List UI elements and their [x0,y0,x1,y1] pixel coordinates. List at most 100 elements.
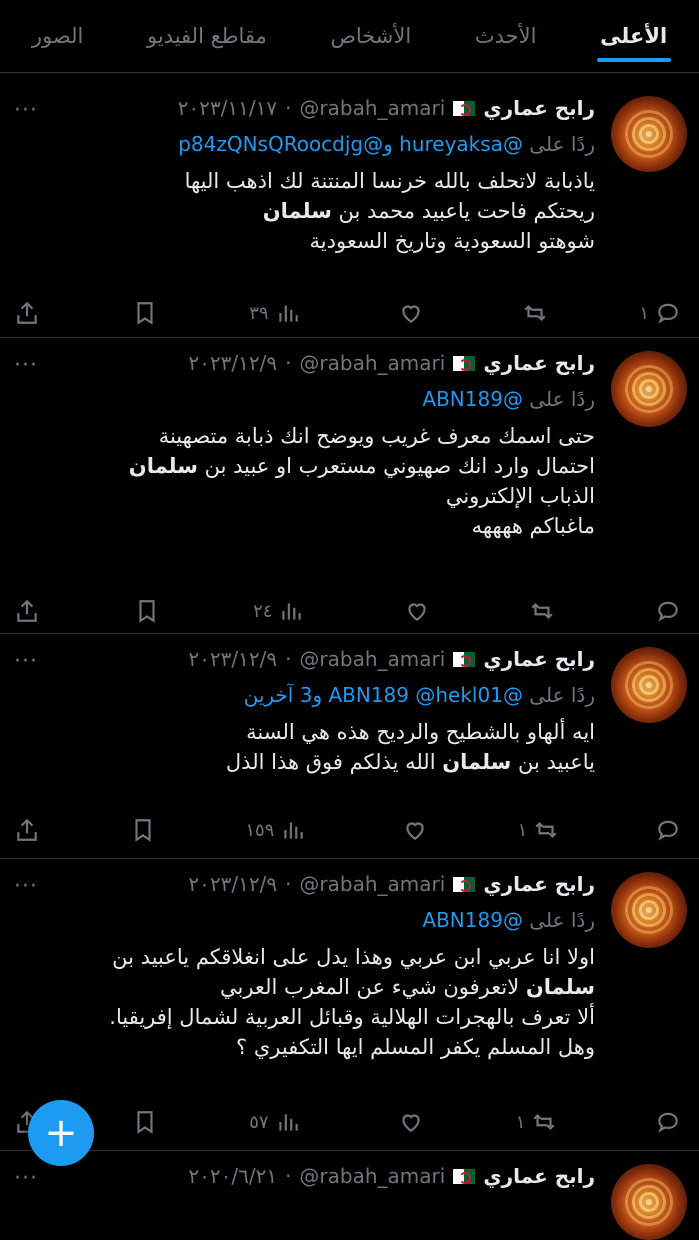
tweet-header: رابح عماري @rabah_amari · ٢٠٢٠/٦/٢١ [14,1164,595,1188]
author-name[interactable]: رابح عماري [483,96,595,120]
tweet-date[interactable]: ٢٠٢٣/١٢/٩ [188,647,277,671]
more-options-icon[interactable]: ··· [14,649,38,674]
retweet-button[interactable]: ١ [518,817,560,843]
tab-2[interactable]: الأشخاص [326,0,415,72]
like-button[interactable] [396,817,428,843]
separator-dot: · [285,96,292,120]
author-name[interactable]: رابح عماري [483,351,595,375]
tweet-actions: ١ ١٥٩ [14,817,681,843]
tweet-text-line: ياعبيد بن سلمان الله يذلكم فوق هذا الذل [225,750,595,774]
bookmark-icon [130,817,156,843]
tweet-body: رابح عماري @rabah_amari · ٢٠٢٠/٦/٢١ ··· [14,1164,595,1191]
views-count: ٢٤ [253,600,273,622]
bookmark-button[interactable] [130,817,156,843]
tweet-text: ياذبابة لاتحلف بالله خرنسا المنتنة لك اذ… [14,166,595,256]
views-button[interactable]: ١٥٩ [245,817,306,843]
like-icon [402,817,428,843]
author-handle[interactable]: @rabah_amari [299,1164,445,1188]
share-button[interactable] [14,300,40,326]
views-icon [278,598,304,624]
tweet-body: رابح عماري @rabah_amari · ٢٠٢٣/١٢/٩ ··· ردًا … [14,872,678,1134]
tweet-date[interactable]: ٢٠٢٠/٦/٢١ [188,1164,277,1188]
tweet-actions: ١ ٣٩ [14,300,681,326]
avatar[interactable] [611,1164,687,1240]
tweet-text: اولا انا عربي ابن عربي وهذا يدل على انغل… [14,942,595,1062]
author-handle[interactable]: @rabah_amari [299,96,445,120]
retweet-button[interactable]: ١ [516,1109,558,1135]
author-handle[interactable]: @rabah_amari [299,351,445,375]
tweet-text: حتى اسمك معرف غريب ويوضح انك ذبابة متصهي… [14,421,595,541]
tweet-text-line: اولا انا عربي ابن عربي وهذا يدل على انغل… [112,945,595,969]
author-name[interactable]: رابح عماري [483,872,595,896]
replying-to-users[interactable]: @ABN189 [422,908,523,932]
author-name[interactable]: رابح عماري [483,1164,595,1188]
author-name[interactable]: رابح عماري [483,647,595,671]
views-button[interactable]: ٥٧ [249,1109,300,1135]
tweet[interactable]: رابح عماري @rabah_amari · ٢٠٢٣/١١/١٧ ··· ردًا… [0,82,699,338]
author-handle[interactable]: @rabah_amari [299,647,445,671]
author-handle[interactable]: @rabah_amari [299,872,445,896]
tweet[interactable]: رابح عماري @rabah_amari · ٢٠٢٣/١٢/٩ ··· ردًا … [0,633,699,859]
more-options-icon[interactable]: ··· [14,874,38,899]
retweet-count: ١ [517,819,528,841]
tab-4[interactable]: الصور [28,0,87,72]
tab-3[interactable]: مقاطع الفيديو [143,0,271,72]
tweet-date[interactable]: ٢٠٢٣/١١/١٧ [178,96,277,120]
reply-button[interactable] [649,598,681,624]
views-button[interactable]: ٣٩ [249,300,300,326]
plus-icon: + [44,1110,78,1156]
retweet-icon [533,817,559,843]
like-button[interactable] [392,1109,424,1135]
compose-button[interactable]: + [28,1100,94,1166]
reply-icon [655,817,681,843]
tweet-date[interactable]: ٢٠٢٣/١٢/٩ [188,351,277,375]
reply-button[interactable]: ١ [639,300,681,326]
bookmark-button[interactable] [132,300,158,326]
share-icon [14,598,40,624]
like-button[interactable] [398,598,430,624]
share-button[interactable] [14,817,40,843]
tweet-text-line: ايه ألهاو بالشطيح والرديح هذه هي السنة [246,720,595,744]
bookmark-button[interactable] [134,598,160,624]
avatar[interactable] [611,647,687,723]
replying-to-users[interactable]: @hureyaksa و@p84zQNsQRoocdjg [178,132,523,156]
retweet-button[interactable] [516,300,548,326]
retweet-button[interactable] [523,598,555,624]
replying-to-users[interactable]: @ABN189 @hekl01 و3 آخرين [244,683,523,707]
tab-1[interactable]: الأحدث [471,0,541,72]
avatar[interactable] [611,351,687,427]
avatar[interactable] [611,872,687,948]
retweet-icon [531,1109,557,1135]
share-button[interactable] [14,598,40,624]
more-options-icon[interactable]: ··· [14,98,38,123]
tweet-date[interactable]: ٢٠٢٣/١٢/٩ [188,872,277,896]
bookmark-icon [134,598,160,624]
tweet[interactable]: رابح عماري @rabah_amari · ٢٠٢٣/١٢/٩ ··· ردًا … [0,337,699,634]
reply-button[interactable] [649,817,681,843]
tweet[interactable]: رابح عماري @rabah_amari · ٢٠٢٣/١٢/٩ ··· ردًا … [0,858,699,1151]
like-icon [404,598,430,624]
views-button[interactable]: ٢٤ [253,598,304,624]
highlighted-term: سلمان [262,199,332,223]
tweet-body: رابح عماري @rabah_amari · ٢٠٢٣/١٢/٩ ··· ردًا … [14,647,678,842]
like-button[interactable] [392,300,424,326]
highlighted-term: سلمان [128,454,198,478]
tweet-text-line: حتى اسمك معرف غريب ويوضح انك ذبابة متصهي… [158,424,595,448]
tab-label: الأشخاص [330,24,412,48]
replying-to-users[interactable]: @ABN189 [422,387,523,411]
retweet-icon [522,300,548,326]
views-icon [280,817,306,843]
avatar[interactable] [611,96,687,172]
tweet-text-line: الذباب الإلكتروني [445,484,595,508]
separator-dot: · [285,647,292,671]
tab-label: الأحدث [474,24,537,48]
replying-to: ردًا على @ABN189 @hekl01 و3 آخرين [14,683,595,707]
more-options-icon[interactable]: ··· [14,1166,38,1191]
reply-button[interactable] [649,1109,681,1135]
tab-0[interactable]: الأعلى [596,0,671,72]
more-options-icon[interactable]: ··· [14,353,38,378]
tweet-text-line: ياذبابة لاتحلف بالله خرنسا المنتنة لك اذ… [184,169,595,193]
bookmark-button[interactable] [132,1109,158,1135]
tweet[interactable]: رابح عماري @rabah_amari · ٢٠٢٠/٦/٢١ ··· [0,1150,699,1240]
algeria-flag-icon [453,876,476,892]
